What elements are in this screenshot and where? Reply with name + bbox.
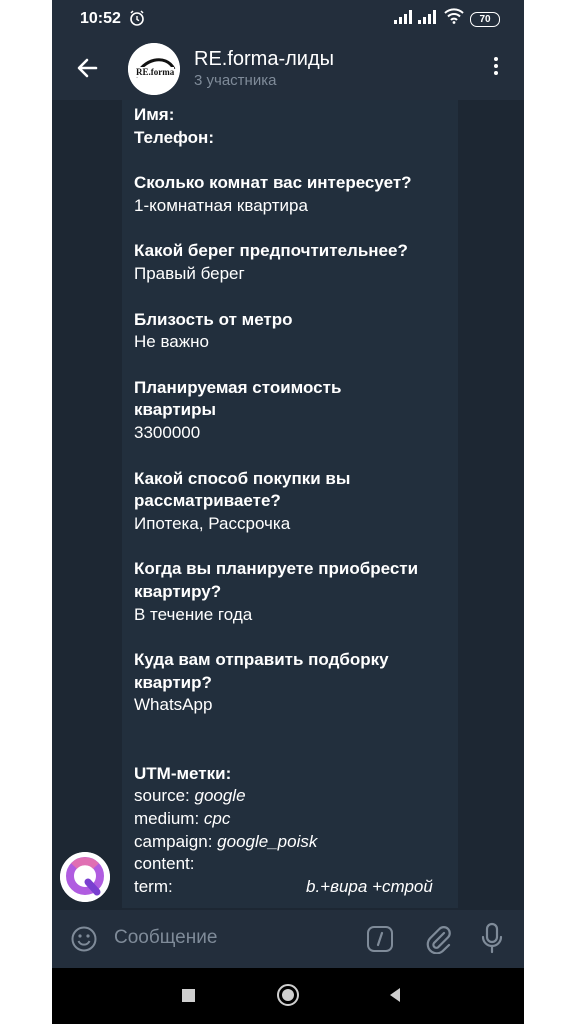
message-text: Имя: Телефон: Сколько комнат вас интерес… [134, 104, 454, 898]
answer-price: 3300000 [134, 422, 201, 442]
system-nav-bar [52, 968, 524, 1024]
alarm-icon [128, 9, 146, 32]
field-phone: Телефон: [134, 127, 214, 147]
signal-icon [418, 10, 438, 29]
answer-metro: Не важно [134, 332, 209, 352]
back-nav-icon[interactable] [390, 988, 400, 1002]
answer-payment: Ипотека, Рассрочка [134, 513, 291, 533]
quiz-logo-icon [60, 852, 110, 902]
more-vertical-icon[interactable] [486, 54, 506, 82]
utm-title: UTM-метки: [134, 763, 232, 783]
battery-icon: 70 [470, 12, 500, 27]
question-contact: Куда вам отправить подборку [134, 650, 389, 670]
question-payment: Какой способ покупки вы [134, 468, 351, 488]
utm-medium: medium: cpc [134, 809, 231, 829]
status-bar: 10:52 70 [52, 0, 524, 36]
answer-bank: Правый берег [134, 263, 245, 283]
telegram-screen: 10:52 70 RE.forma RE.forma-лиды 3 участн… [52, 0, 524, 1024]
reforma-logo: RE.forma [128, 43, 180, 95]
chat-header: RE.forma RE.forma-лиды 3 участника [52, 36, 524, 100]
answer-timing: В течение года [134, 604, 253, 624]
utm-campaign: campaign: google_poisk [134, 831, 318, 851]
svg-text:RE.forma: RE.forma [136, 67, 175, 77]
recent-apps-icon[interactable] [182, 989, 195, 1002]
command-icon[interactable] [366, 925, 394, 958]
question-bank: Какой берег предпочтительнее? [134, 241, 408, 261]
question-contact-cont: квартир? [134, 672, 212, 692]
sender-avatar[interactable] [60, 852, 110, 902]
emoji-icon[interactable] [70, 925, 98, 958]
question-rooms: Сколько комнат вас интересует? [134, 173, 412, 193]
message-input[interactable]: Сообщение [114, 927, 217, 949]
message-input-bar: Сообщение [52, 910, 524, 968]
group-avatar[interactable]: RE.forma [128, 43, 180, 95]
utm-term-value: b.+вира +строй [306, 876, 433, 896]
answer-contact: WhatsApp [134, 695, 213, 715]
wifi-icon [444, 8, 464, 29]
microphone-icon[interactable] [480, 922, 504, 959]
question-timing: Когда вы планируете приобрести [134, 559, 419, 579]
arrow-left-icon [77, 58, 98, 78]
signal-icon [394, 10, 414, 29]
question-price: Планируемая стоимость [134, 377, 342, 397]
answer-rooms: 1-комнатная квартира [134, 195, 308, 215]
status-time: 10:52 [80, 10, 121, 27]
utm-source: source: google [134, 786, 246, 806]
question-price-cont: квартиры [134, 400, 217, 420]
utm-term: term: b.+вира +строй [134, 876, 454, 899]
utm-content: content: [134, 854, 195, 874]
field-name: Имя: [134, 105, 175, 124]
back-button[interactable] [74, 54, 102, 82]
question-metro: Близость от метро [134, 309, 293, 329]
chat-title[interactable]: RE.forma-лиды [194, 48, 334, 71]
question-timing-cont: квартиру? [134, 581, 222, 601]
chat-subtitle: 3 участника [194, 72, 277, 89]
question-payment-cont: рассматриваете? [134, 491, 281, 511]
paperclip-icon[interactable] [424, 924, 452, 959]
